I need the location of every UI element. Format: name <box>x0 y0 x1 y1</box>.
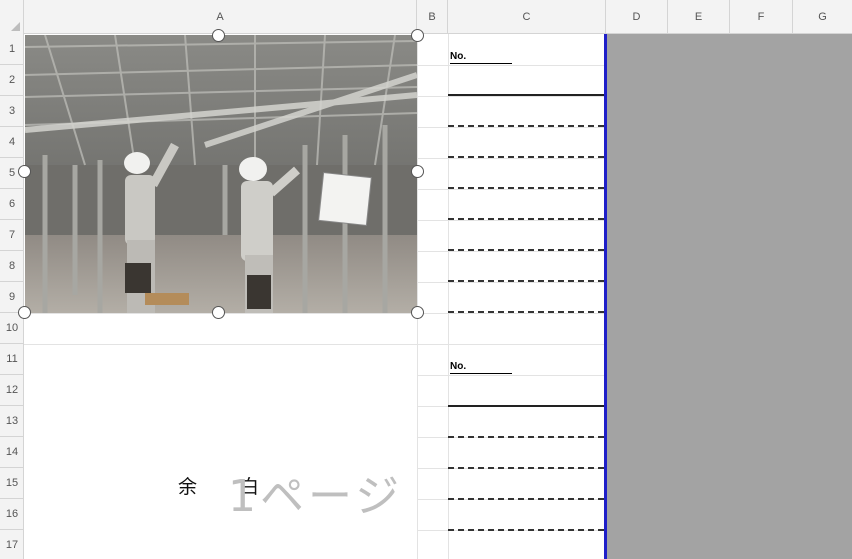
row-header[interactable]: 8 <box>0 251 24 282</box>
gridline <box>417 282 606 283</box>
resize-handle-left[interactable] <box>18 165 31 178</box>
row-header[interactable]: 15 <box>0 468 24 499</box>
row-header[interactable]: 16 <box>0 499 24 530</box>
column-header-f[interactable]: F <box>730 0 793 34</box>
gridline <box>24 344 606 345</box>
resize-handle-top[interactable] <box>212 29 225 42</box>
resize-handle-top-right[interactable] <box>411 29 424 42</box>
form-underline <box>448 94 604 96</box>
row-header[interactable]: 11 <box>0 344 24 375</box>
row-header[interactable]: 2 <box>0 65 24 96</box>
outside-print-area[interactable] <box>606 34 852 559</box>
gridline <box>24 313 606 314</box>
gridline <box>417 96 606 97</box>
column-header-e[interactable]: E <box>668 0 730 34</box>
column-header-b[interactable]: B <box>417 0 448 34</box>
select-all-corner[interactable] <box>0 0 24 34</box>
row-header[interactable]: 3 <box>0 96 24 127</box>
number-label: No. <box>450 51 512 64</box>
column-header-c[interactable]: C <box>448 0 606 34</box>
gridline <box>417 375 606 376</box>
form-dashed-line <box>448 125 604 127</box>
column-header-d[interactable]: D <box>606 0 668 34</box>
form-dashed-line <box>448 311 604 313</box>
gridline <box>417 34 418 559</box>
column-header-bar: A B C D E F G <box>0 0 852 34</box>
form-dashed-line <box>448 249 604 251</box>
gridline <box>417 220 606 221</box>
number-label: No. <box>450 361 512 374</box>
gridline <box>417 65 606 66</box>
page-number-watermark: 1ページ <box>228 471 404 522</box>
form-dashed-line <box>448 187 604 189</box>
row-header[interactable]: 17 <box>0 530 24 559</box>
form-dashed-line <box>448 498 604 500</box>
row-header[interactable]: 12 <box>0 375 24 406</box>
margin-label-char-1: 余 <box>178 477 198 498</box>
gridline <box>417 251 606 252</box>
gridline <box>417 189 606 190</box>
select-all-icon <box>11 22 20 31</box>
row-header[interactable]: 13 <box>0 406 24 437</box>
form-dashed-line <box>448 529 604 531</box>
row-header[interactable]: 14 <box>0 437 24 468</box>
resize-handle-bottom-left[interactable] <box>18 306 31 319</box>
resize-handle-bottom[interactable] <box>212 306 225 319</box>
row-header[interactable]: 7 <box>0 220 24 251</box>
gridline <box>448 34 449 559</box>
column-header-g[interactable]: G <box>793 0 852 34</box>
form-underline <box>448 405 604 407</box>
form-dashed-line <box>448 436 604 438</box>
row-header[interactable]: 1 <box>0 34 24 65</box>
row-header[interactable]: 4 <box>0 127 24 158</box>
row-header-bar: 1 2 3 4 5 6 7 8 9 10 11 12 13 14 15 16 1… <box>0 34 24 559</box>
form-dashed-line <box>448 467 604 469</box>
gridline <box>417 158 606 159</box>
row-header[interactable]: 6 <box>0 189 24 220</box>
construction-workers-photo[interactable] <box>25 35 417 313</box>
form-dashed-line <box>448 280 604 282</box>
gridline <box>417 127 606 128</box>
form-dashed-line <box>448 156 604 158</box>
resize-handle-bottom-right[interactable] <box>411 306 424 319</box>
page-break-line <box>604 34 607 559</box>
resize-handle-right[interactable] <box>411 165 424 178</box>
photo-illustration <box>25 35 417 313</box>
form-dashed-line <box>448 218 604 220</box>
